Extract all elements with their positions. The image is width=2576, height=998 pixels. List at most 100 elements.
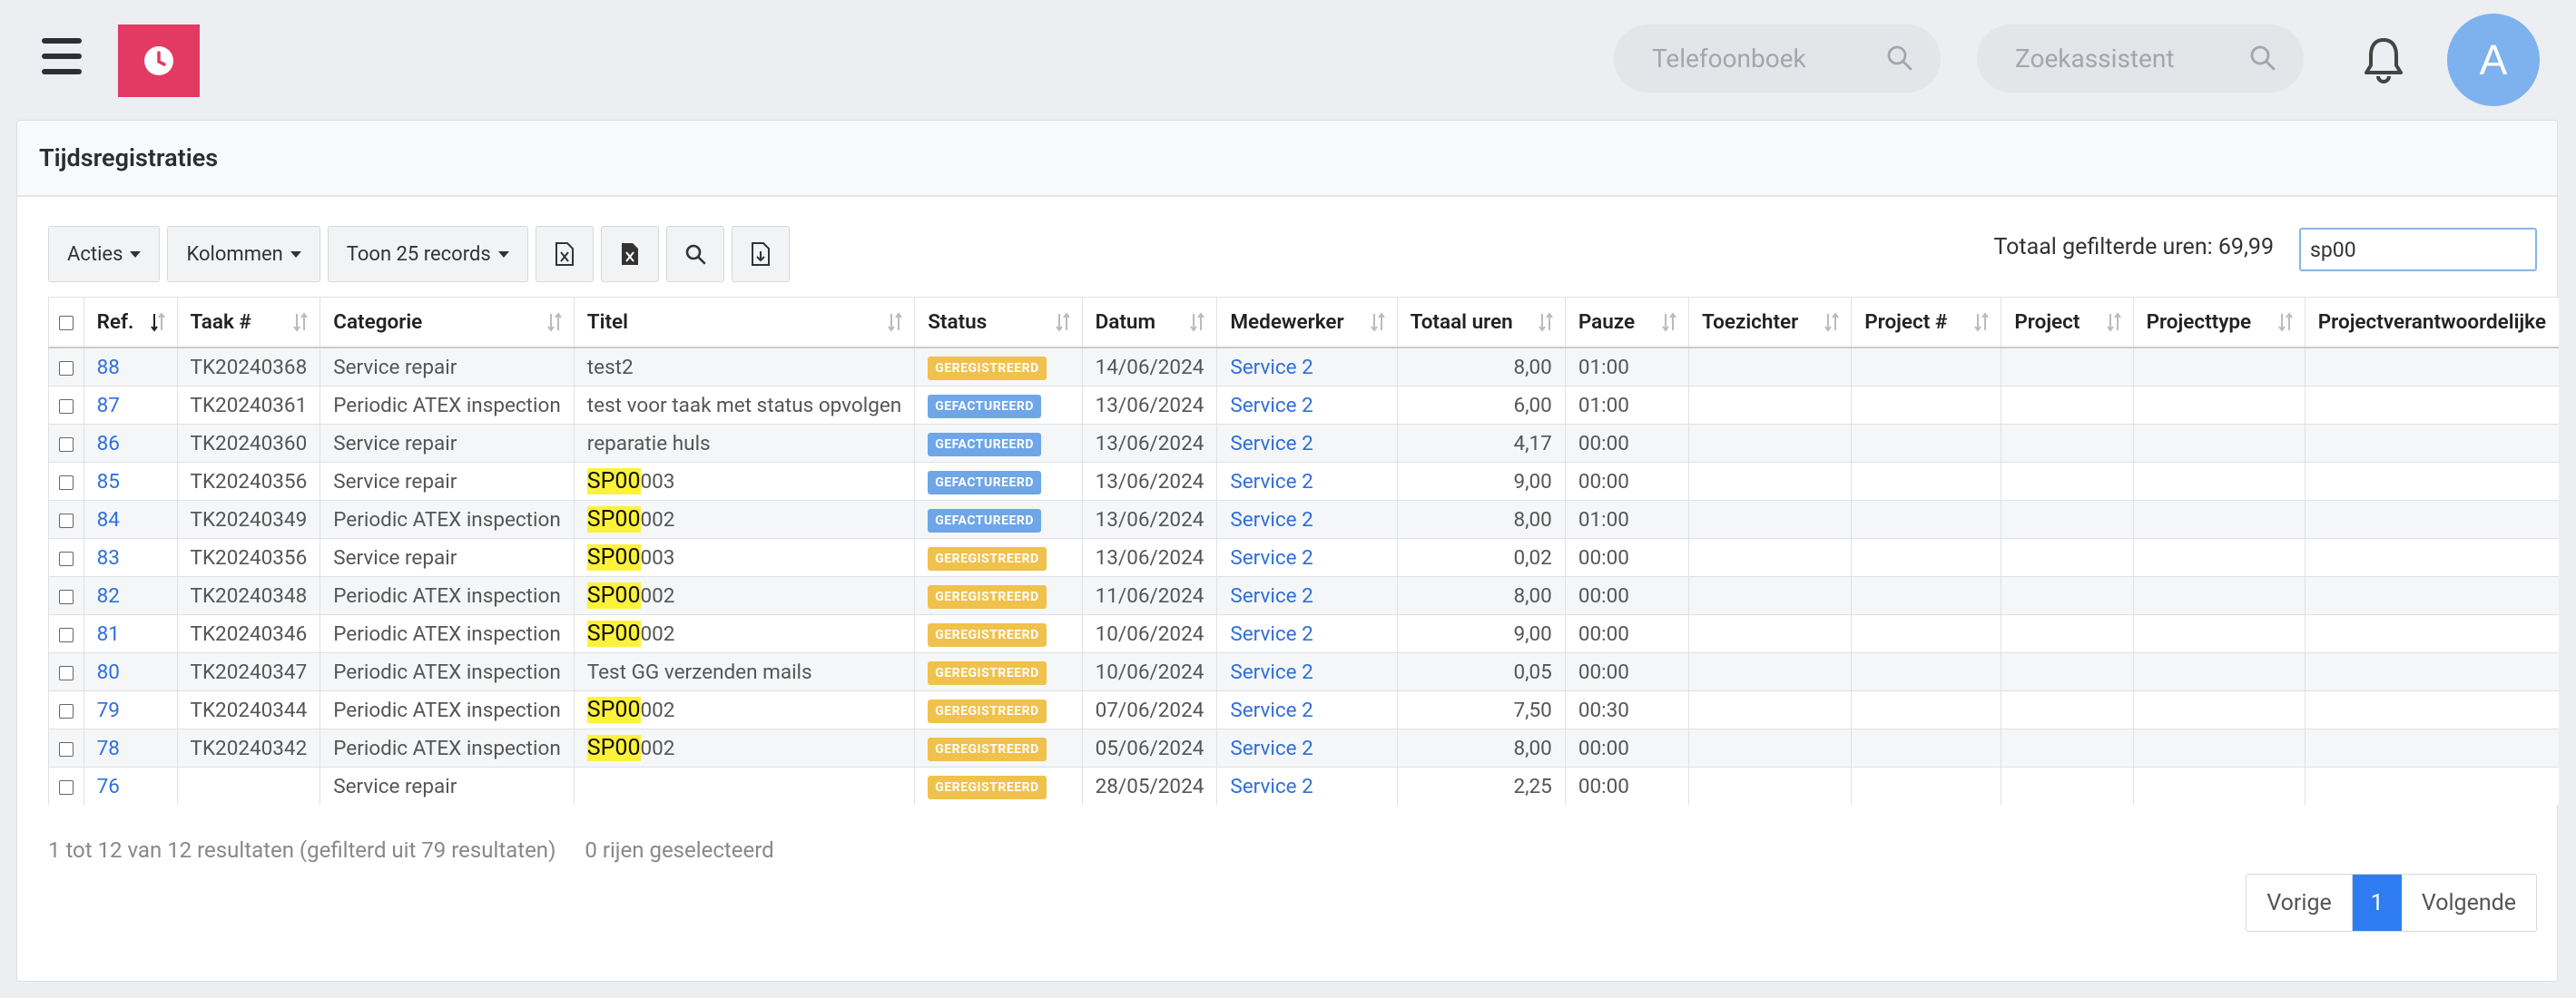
table-row[interactable]: 87 TK20240361 Periodic ATEX inspection test… [48, 386, 2559, 425]
row-checkbox[interactable] [58, 779, 74, 795]
column-header[interactable]: Projectverantwoordelijke [2304, 297, 2559, 348]
table-row[interactable]: 86 TK20240360 Service repair reparatie huls… [48, 424, 2559, 463]
previous-page-button[interactable]: Vorige [2247, 875, 2353, 931]
search-button[interactable] [665, 226, 724, 282]
table-row[interactable]: 81 TK20240346 Periodic ATEX inspection SP00… [48, 614, 2559, 653]
phonebook-search[interactable] [1614, 24, 1941, 93]
sort-icon[interactable] [292, 312, 309, 332]
column-header[interactable]: Project [2001, 297, 2134, 348]
ref-link[interactable]: 79 [97, 699, 120, 722]
column-header[interactable]: Projecttype [2132, 297, 2306, 348]
employee-link[interactable]: Service 2 [1230, 660, 1313, 684]
row-checkbox-cell[interactable] [48, 652, 84, 691]
ref-link[interactable]: 78 [97, 737, 120, 760]
sort-icon[interactable] [1189, 312, 1205, 332]
column-header[interactable]: Titel [573, 297, 915, 348]
phonebook-search-input[interactable] [1650, 43, 1872, 74]
row-checkbox-cell[interactable] [48, 347, 84, 386]
row-checkbox[interactable] [58, 665, 74, 680]
column-header[interactable]: Categorie [320, 297, 575, 348]
row-checkbox-cell[interactable] [48, 462, 84, 501]
select-all-checkbox-cell[interactable] [48, 297, 84, 348]
sort-desc-icon[interactable] [150, 312, 166, 332]
search-icon[interactable] [1886, 44, 1913, 72]
row-checkbox-cell[interactable] [48, 614, 84, 653]
column-header[interactable]: Project # [1851, 297, 2001, 348]
table-row[interactable]: 79 TK20240344 Periodic ATEX inspection SP00… [48, 690, 2559, 729]
row-checkbox[interactable] [58, 513, 74, 528]
sort-icon[interactable] [2106, 312, 2122, 332]
assistant-search[interactable] [1977, 24, 2304, 93]
sort-icon[interactable] [887, 312, 903, 332]
ref-link[interactable]: 86 [97, 432, 120, 455]
sort-icon[interactable] [1538, 312, 1554, 332]
row-checkbox[interactable] [58, 436, 74, 452]
columns-button[interactable]: Kolommen [167, 226, 320, 282]
employee-link[interactable]: Service 2 [1230, 737, 1313, 760]
assistant-search-input[interactable] [2013, 43, 2235, 74]
employee-link[interactable]: Service 2 [1230, 584, 1313, 608]
ref-link[interactable]: 80 [97, 660, 120, 684]
ref-link[interactable]: 82 [97, 584, 120, 608]
ref-link[interactable]: 83 [97, 546, 120, 570]
row-checkbox[interactable] [58, 741, 74, 757]
sort-icon[interactable] [1973, 312, 1990, 332]
actions-button[interactable]: Acties [48, 226, 161, 282]
bell-icon[interactable] [2360, 34, 2407, 89]
ref-link[interactable]: 85 [97, 470, 120, 494]
employee-link[interactable]: Service 2 [1230, 699, 1313, 722]
ref-link[interactable]: 88 [97, 356, 120, 379]
page-1-button[interactable]: 1 [2352, 875, 2402, 931]
ref-link[interactable]: 76 [97, 775, 120, 798]
sort-icon[interactable] [1370, 312, 1386, 332]
row-checkbox[interactable] [58, 627, 74, 642]
row-checkbox[interactable] [58, 703, 74, 719]
row-checkbox[interactable] [58, 475, 74, 490]
table-row[interactable]: 76 Service repair GEREGISTREERD 28/05/2024 S… [48, 767, 2559, 805]
excel-export-button[interactable] [535, 226, 594, 282]
ref-link[interactable]: 81 [97, 622, 120, 646]
ref-link[interactable]: 84 [97, 508, 120, 532]
select-all-checkbox[interactable] [58, 316, 74, 331]
column-header[interactable]: Ref. [83, 297, 178, 348]
column-header[interactable]: Totaal uren [1396, 297, 1566, 348]
ref-link[interactable]: 87 [97, 394, 120, 417]
table-filter-input[interactable] [2299, 228, 2537, 271]
clock-icon[interactable] [118, 24, 200, 97]
row-checkbox-cell[interactable] [48, 386, 84, 425]
table-row[interactable]: 85 TK20240356 Service repair SP00003 GEFACTU… [48, 462, 2559, 501]
sort-icon[interactable] [1661, 312, 1677, 332]
avatar[interactable]: A [2447, 14, 2540, 106]
employee-link[interactable]: Service 2 [1230, 432, 1313, 455]
column-header[interactable]: Status [914, 297, 1083, 348]
column-header[interactable]: Toezichter [1687, 297, 1852, 348]
employee-link[interactable]: Service 2 [1230, 356, 1313, 379]
sort-icon[interactable] [546, 312, 563, 332]
table-row[interactable]: 83 TK20240356 Service repair SP00003 GEREGIS… [48, 538, 2559, 577]
row-checkbox[interactable] [58, 589, 74, 604]
table-row[interactable]: 80 TK20240347 Periodic ATEX inspection Test… [48, 652, 2559, 691]
download-button[interactable] [731, 226, 790, 282]
employee-link[interactable]: Service 2 [1230, 622, 1313, 646]
column-header[interactable]: Datum [1081, 297, 1217, 348]
menu-icon[interactable] [42, 38, 82, 74]
sort-icon[interactable] [2277, 312, 2294, 332]
column-header[interactable]: Pauze [1564, 297, 1689, 348]
table-row[interactable]: 84 TK20240349 Periodic ATEX inspection SP00… [48, 500, 2559, 539]
excel-export-all-button[interactable] [600, 226, 659, 282]
row-checkbox[interactable] [58, 360, 74, 376]
row-checkbox[interactable] [58, 398, 74, 414]
next-page-button[interactable]: Volgende [2401, 875, 2536, 931]
row-checkbox-cell[interactable] [48, 729, 84, 768]
row-checkbox[interactable] [58, 551, 74, 566]
table-container[interactable]: Ref. Taak # Categorie Titel Status Datum… [48, 297, 2559, 805]
sort-icon[interactable] [1824, 312, 1840, 332]
row-checkbox-cell[interactable] [48, 767, 84, 805]
row-checkbox-cell[interactable] [48, 576, 84, 615]
table-row[interactable]: 78 TK20240342 Periodic ATEX inspection SP00… [48, 729, 2559, 768]
table-row[interactable]: 82 TK20240348 Periodic ATEX inspection SP00… [48, 576, 2559, 615]
column-header[interactable]: Medewerker [1216, 297, 1398, 348]
employee-link[interactable]: Service 2 [1230, 775, 1313, 798]
column-header[interactable]: Taak # [176, 297, 320, 348]
search-icon[interactable] [2249, 44, 2276, 72]
